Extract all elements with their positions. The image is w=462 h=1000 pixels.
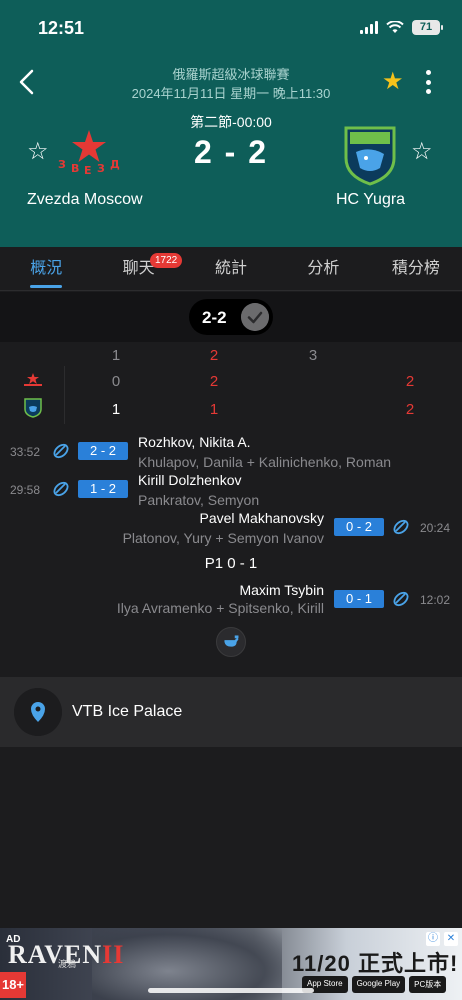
away-mini-logo (24, 398, 42, 418)
ad-game-subtitle: 渡鴉 (58, 959, 77, 969)
away-period-1: 1 (111, 401, 121, 418)
ad-controls: ⓘ ✕ (426, 932, 458, 946)
event-assist: Khulapov, Danila + Kalinichenko, Roman (138, 454, 392, 470)
ad-store-buttons: App Store Google Play PC版本 (302, 976, 447, 993)
period-header-2: 2 (209, 347, 219, 364)
wifi-icon (386, 21, 404, 33)
home-total: 2 (405, 373, 415, 390)
puck-stick-icon (53, 481, 69, 497)
away-team-logo[interactable] (342, 124, 398, 186)
check-icon (241, 303, 269, 331)
whistle-icon (216, 627, 246, 657)
event-assist: Platonov, Yury + Semyon Ivanov (122, 530, 324, 546)
away-total: 2 (405, 401, 415, 418)
venue-name: VTB Ice Palace (72, 703, 183, 720)
ad-headline: 11/20 正式上市! (292, 951, 459, 976)
chat-count-badge: 1722 (150, 253, 183, 268)
period-header-1: 1 (111, 347, 121, 364)
tab-stats[interactable]: 統計 (185, 247, 277, 290)
event-score-badge: 1 - 2 (78, 480, 128, 498)
event-score-badge: 0 - 1 (334, 590, 384, 608)
svg-text:З: З (97, 162, 105, 175)
puck-stick-icon (53, 443, 69, 459)
home-team-name[interactable]: Zvezda Moscow (27, 191, 143, 209)
ad-info-icon[interactable]: ⓘ (426, 932, 440, 946)
home-period-2: 2 (209, 373, 219, 390)
event-assist: Ilya Avramenko + Spitsenko, Kirill (116, 600, 324, 616)
svg-text:Е: Е (84, 164, 92, 177)
battery-icon: 71 (412, 20, 443, 35)
follow-away-star-icon[interactable]: ☆ (411, 140, 433, 164)
signal-icon (360, 21, 378, 34)
location-pin-icon (14, 688, 62, 736)
period-header-3: 3 (308, 347, 318, 364)
svg-text:З: З (58, 158, 66, 171)
puck-stick-icon (393, 591, 409, 607)
event-scorer[interactable]: Rozhkov, Nikita A. (138, 434, 251, 450)
more-options-icon[interactable] (424, 70, 432, 94)
event-scorer[interactable]: Maxim Tsybin (239, 582, 324, 598)
tab-standings[interactable]: 積分榜 (370, 247, 462, 290)
pc-version-button[interactable]: PC版本 (409, 976, 447, 993)
event-scorer[interactable]: Kirill Dolzhenkov (138, 472, 241, 488)
status-time: 12:51 (38, 18, 85, 38)
svg-text:Д: Д (110, 158, 120, 171)
summary-score: 2-2 (202, 308, 227, 327)
event-time: 12:02 (420, 593, 451, 607)
svg-text:В: В (71, 162, 79, 175)
event-scorer[interactable]: Pavel Makhanovsky (199, 510, 324, 526)
tab-overview[interactable]: 概況 (0, 247, 92, 290)
tab-analysis[interactable]: 分析 (277, 247, 369, 290)
event-time: 29:58 (10, 483, 41, 497)
puck-stick-icon (393, 519, 409, 535)
away-period-2: 1 (209, 401, 219, 418)
period-label: P1 0 - 1 (204, 555, 258, 572)
home-indicator (148, 988, 314, 993)
google-play-button[interactable]: Google Play (351, 976, 406, 993)
event-score-badge: 0 - 2 (334, 518, 384, 536)
venue-card[interactable] (0, 677, 462, 747)
event-time: 20:24 (420, 521, 451, 535)
home-team-logo[interactable]: З В Е З Д (56, 128, 122, 180)
period-score-table (0, 342, 462, 424)
ad-age-rating: 18+ (0, 972, 26, 998)
event-time: 33:52 (10, 445, 41, 459)
ad-close-icon[interactable]: ✕ (444, 932, 458, 946)
period-table-divider (64, 366, 65, 424)
event-assist: Pankratov, Semyon (138, 492, 260, 508)
event-score-badge: 2 - 2 (78, 442, 128, 460)
home-mini-logo (24, 373, 42, 386)
follow-home-star-icon[interactable]: ☆ (27, 140, 49, 164)
tab-bar: 概況 聊天 統計 分析 積分榜 (0, 247, 462, 291)
status-icons: 71 (360, 20, 443, 35)
home-period-1: 0 (111, 373, 121, 390)
away-team-name[interactable]: HC Yugra (336, 191, 405, 209)
favorite-star-icon[interactable]: ★ (382, 70, 404, 94)
